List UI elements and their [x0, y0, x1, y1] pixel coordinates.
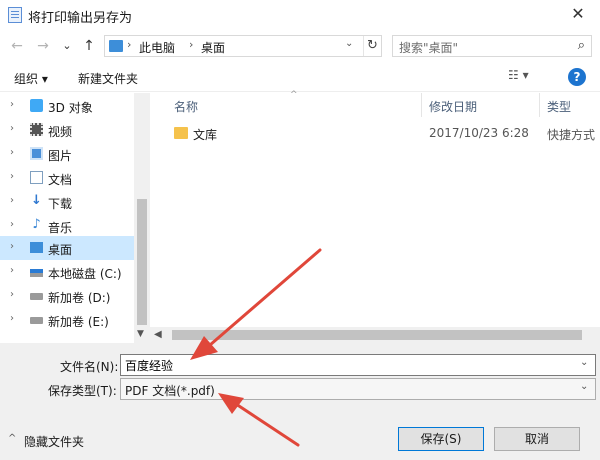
- drive-icon: [30, 293, 43, 300]
- navigation-pane: › 3D 对象 › 视频 › 图片 › 文档 › ↓ 下载 › ♪ 音乐 › 桌…: [0, 93, 150, 343]
- sidebar-item-label: 视频: [48, 125, 73, 139]
- cube-icon: [30, 99, 43, 112]
- cancel-button[interactable]: 取消: [494, 427, 580, 451]
- sidebar-item-label: 本地磁盘 (C:): [48, 267, 122, 281]
- music-icon: ♪: [32, 217, 41, 232]
- sidebar-item-pictures[interactable]: › 图片: [0, 142, 134, 166]
- filename-dropdown-icon[interactable]: ⌄: [580, 357, 588, 368]
- column-type[interactable]: 类型: [547, 98, 571, 115]
- sidebar-item-downloads[interactable]: › ↓ 下载: [0, 190, 134, 214]
- sidebar-item-label: 3D 对象: [48, 101, 93, 115]
- save-options-panel: 文件名(N): ⌄ 保存类型(T): PDF 文档(*.pdf) ⌄ ^ 隐藏文…: [0, 343, 600, 460]
- expand-chevron-icon[interactable]: ›: [10, 195, 14, 206]
- expand-chevron-icon[interactable]: ›: [10, 289, 14, 300]
- save-dialog-icon: [8, 7, 22, 23]
- expand-chevron-icon[interactable]: ›: [10, 171, 14, 182]
- horizontal-scrollbar[interactable]: ◀: [150, 327, 600, 343]
- help-icon[interactable]: ?: [568, 68, 586, 86]
- navigation-bar: ← → ⌄ ↑ › 此电脑 › 桌面 ⌄ ↻ 搜索"桌面" ⌕: [0, 30, 600, 62]
- picture-icon: [30, 147, 43, 160]
- sidebar-item-label: 下载: [48, 197, 73, 211]
- address-dropdown-icon[interactable]: ⌄: [345, 38, 353, 49]
- navigation-scrollbar[interactable]: ▼: [134, 93, 150, 343]
- forward-button[interactable]: →: [34, 36, 52, 56]
- scroll-left-icon[interactable]: ◀: [154, 329, 162, 340]
- scroll-down-icon[interactable]: ▼: [137, 329, 144, 339]
- window-title: 将打印输出另存为: [28, 11, 133, 26]
- back-button[interactable]: ←: [8, 36, 26, 56]
- filetype-label: 保存类型(T):: [48, 384, 117, 398]
- sidebar-item-drive-c[interactable]: › 本地磁盘 (C:): [0, 260, 134, 284]
- expand-chevron-icon[interactable]: ›: [10, 123, 14, 134]
- search-icon[interactable]: ⌕: [578, 38, 585, 53]
- expand-chevron-icon[interactable]: ›: [10, 219, 14, 230]
- filetype-select[interactable]: PDF 文档(*.pdf): [120, 378, 596, 400]
- close-button[interactable]: ✕: [556, 0, 600, 30]
- sidebar-item-3d-objects[interactable]: › 3D 对象: [0, 94, 134, 118]
- windows-drive-icon: [30, 269, 43, 277]
- recent-locations-button[interactable]: ⌄: [58, 36, 76, 56]
- file-list: ^ 名称 修改日期 类型 文库 2017/10/23 6:28 快捷方式 ◀: [150, 90, 600, 343]
- organize-button[interactable]: 组织 ▾: [14, 70, 48, 87]
- search-box[interactable]: 搜索"桌面" ⌕: [392, 35, 592, 57]
- sidebar-item-label: 音乐: [48, 221, 73, 235]
- folder-shortcut-icon: [174, 127, 188, 139]
- command-bar: 组织 ▾ 新建文件夹 ☷ ▾ ?: [0, 62, 600, 92]
- sidebar-item-label: 桌面: [48, 243, 73, 257]
- file-date: 2017/10/23 6:28: [429, 126, 529, 140]
- file-name: 文库: [193, 128, 218, 142]
- filename-input[interactable]: [120, 354, 596, 376]
- breadcrumb-this-pc[interactable]: 此电脑: [139, 39, 175, 56]
- file-type: 快捷方式: [547, 128, 596, 142]
- breadcrumb-separator: ›: [189, 38, 194, 51]
- sidebar-item-label: 新加卷 (E:): [48, 315, 109, 329]
- download-icon: ↓: [31, 193, 42, 208]
- up-button[interactable]: ↑: [80, 36, 98, 56]
- expand-chevron-icon[interactable]: ›: [10, 99, 14, 110]
- drive-icon: [30, 317, 43, 324]
- sidebar-item-videos[interactable]: › 视频: [0, 118, 134, 142]
- address-bar[interactable]: › 此电脑 › 桌面 ⌄ ↻: [104, 35, 382, 57]
- title-bar: 将打印输出另存为 ✕: [0, 0, 600, 30]
- new-folder-button[interactable]: 新建文件夹: [78, 70, 138, 87]
- file-row[interactable]: 文库 2017/10/23 6:28 快捷方式: [150, 123, 600, 145]
- sidebar-item-label: 文档: [48, 173, 73, 187]
- document-icon: [30, 171, 43, 184]
- desktop-icon: [109, 40, 123, 52]
- film-icon: [30, 123, 43, 136]
- scrollbar-thumb[interactable]: [137, 199, 147, 325]
- save-button[interactable]: 保存(S): [398, 427, 484, 451]
- desktop-icon: [30, 242, 43, 253]
- sidebar-item-documents[interactable]: › 文档: [0, 166, 134, 190]
- search-placeholder: 搜索"桌面": [399, 41, 459, 55]
- collapse-caret-icon: ^: [8, 433, 17, 444]
- refresh-button[interactable]: ↻: [363, 36, 381, 56]
- column-header: ^ 名称 修改日期 类型: [150, 90, 600, 117]
- expand-chevron-icon[interactable]: ›: [10, 241, 14, 252]
- filename-label: 文件名(N):: [60, 360, 119, 374]
- sidebar-item-music[interactable]: › ♪ 音乐: [0, 214, 134, 238]
- sidebar-item-drive-e[interactable]: › 新加卷 (E:): [0, 308, 134, 332]
- hide-folders-label: 隐藏文件夹: [24, 435, 85, 449]
- filetype-value: PDF 文档(*.pdf): [125, 384, 215, 398]
- filetype-dropdown-icon[interactable]: ⌄: [580, 381, 588, 392]
- column-modified-date[interactable]: 修改日期: [429, 98, 477, 115]
- column-divider[interactable]: [539, 93, 540, 117]
- expand-chevron-icon[interactable]: ›: [10, 265, 14, 276]
- sort-ascending-icon: ^: [290, 90, 298, 100]
- view-options-icon[interactable]: ☷ ▾: [508, 68, 538, 86]
- sidebar-item-desktop[interactable]: › 桌面: [0, 236, 134, 260]
- column-divider[interactable]: [421, 93, 422, 117]
- scrollbar-thumb[interactable]: [172, 330, 582, 340]
- expand-chevron-icon[interactable]: ›: [10, 313, 14, 324]
- expand-chevron-icon[interactable]: ›: [10, 147, 14, 158]
- sidebar-item-label: 图片: [48, 149, 73, 163]
- breadcrumb-desktop[interactable]: 桌面: [201, 39, 225, 56]
- sidebar-item-label: 新加卷 (D:): [48, 291, 111, 305]
- sidebar-item-drive-d[interactable]: › 新加卷 (D:): [0, 284, 134, 308]
- column-name[interactable]: 名称: [174, 98, 198, 115]
- breadcrumb-separator: ›: [127, 38, 132, 51]
